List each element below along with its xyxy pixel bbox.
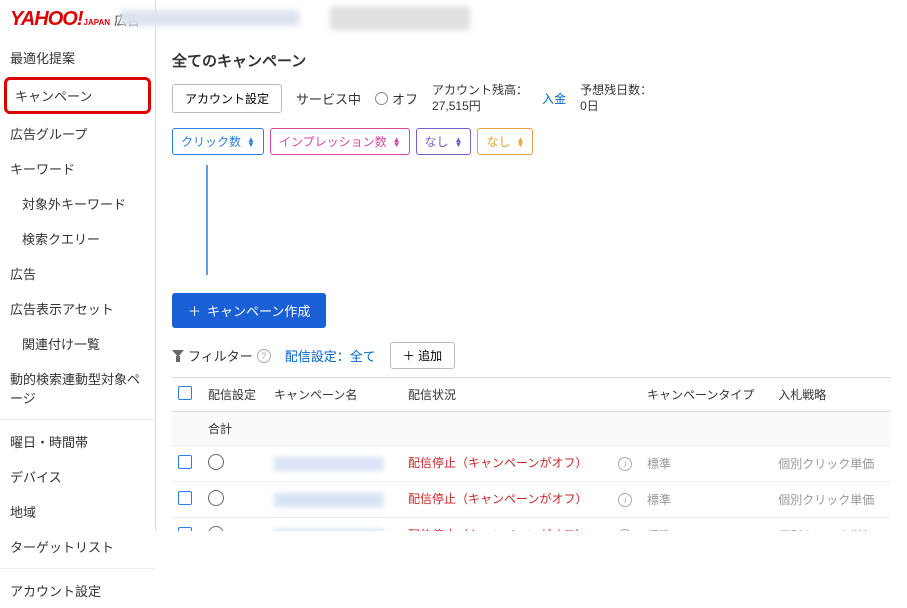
add-filter-button[interactable]: ＋ 追加	[390, 342, 455, 369]
help-icon[interactable]: ?	[257, 349, 271, 363]
delivery-status: 配信停止（キャンペーンがオフ）	[408, 492, 606, 508]
sidebar-item-11[interactable]: デバイス	[0, 459, 155, 494]
table-row: 配信停止（キャンペーンがオフ）i標準個別クリック単価	[172, 518, 891, 531]
table-row: 配信停止（キャンペーンがオフ） i 標準個別クリック単価	[172, 482, 891, 518]
total-label: 合計	[202, 412, 268, 446]
bid-strategy: 個別クリック単価	[772, 446, 891, 482]
campaign-name-blurred[interactable]	[274, 457, 384, 471]
campaign-type: 標準	[641, 446, 772, 482]
metric-dropdown-3[interactable]: なし▲▼	[477, 128, 533, 155]
sidebar-item-13[interactable]: ターゲットリスト	[0, 529, 155, 564]
col-header-5[interactable]: キャンペーンタイプ	[641, 378, 772, 412]
metric-dropdown-0[interactable]: クリック数▲▼	[172, 128, 264, 155]
campaign-type: 標準	[641, 518, 772, 531]
header-blur-2	[330, 6, 470, 30]
status-off-label: オフ	[392, 89, 418, 108]
sidebar-item-3[interactable]: キーワード	[0, 151, 155, 186]
row-checkbox[interactable]	[178, 527, 192, 531]
days-value: 0日	[580, 99, 599, 113]
bid-strategy: 個別クリック単価	[772, 518, 891, 531]
main-content: 全てのキャンペーン アカウント設定 サービス中 オフ アカウント残高： 27,5…	[156, 0, 907, 531]
sidebar-item-12[interactable]: 地域	[0, 494, 155, 529]
chart-area	[206, 165, 891, 275]
metric-dropdown-2[interactable]: なし▲▼	[416, 128, 472, 155]
info-icon[interactable]: i	[618, 457, 632, 471]
sidebar-item-8[interactable]: 関連付け一覧	[0, 326, 155, 361]
status-off-radio[interactable]: オフ	[375, 89, 418, 108]
sidebar-item-1[interactable]: キャンペーン	[4, 77, 151, 114]
sidebar-item-4[interactable]: 対象外キーワード	[0, 186, 155, 221]
funnel-icon	[172, 350, 184, 362]
plus-icon: ＋	[403, 349, 418, 363]
row-checkbox[interactable]	[178, 455, 192, 469]
status-serving: サービス中	[296, 89, 361, 108]
days-remaining: 予想残日数： 0日	[580, 83, 652, 114]
col-header-2[interactable]: キャンペーン名	[268, 378, 402, 412]
sidebar-item-9[interactable]: 動的検索連動型対象ページ	[0, 361, 155, 415]
sidebar-item-10[interactable]: 曜日・時間帯	[0, 424, 155, 459]
col-header-6[interactable]: 入札戦略	[772, 378, 891, 412]
logo-japan: JAPAN	[84, 18, 111, 27]
col-header-3[interactable]: 配信状況	[402, 378, 612, 412]
filter-text: フィルター	[188, 346, 253, 365]
create-campaign-label: キャンペーン作成	[207, 301, 310, 320]
sort-icon: ▲▼	[516, 137, 524, 147]
sidebar-item-14[interactable]: アカウント設定	[0, 573, 155, 608]
delivery-status: 配信停止（キャンペーンがオフ）	[408, 456, 606, 472]
sidebar-item-2[interactable]: 広告グループ	[0, 116, 155, 151]
campaign-name-blurred[interactable]	[274, 493, 384, 507]
days-label: 予想残日数：	[580, 83, 652, 97]
plus-icon: ＋	[188, 301, 201, 320]
filter-delivery-link[interactable]: 配信設定：全て	[285, 346, 376, 365]
campaign-type: 標準	[641, 482, 772, 518]
filter-label[interactable]: フィルター ?	[172, 346, 271, 365]
account-settings-button[interactable]: アカウント設定	[172, 84, 282, 113]
delivery-toggle-icon[interactable]	[208, 490, 224, 506]
sort-icon: ▲▼	[393, 137, 401, 147]
logo-yahoo: YAHOO!	[10, 8, 83, 31]
select-all-checkbox[interactable]	[178, 386, 192, 400]
metric-dropdown-1[interactable]: インプレッション数▲▼	[270, 128, 410, 155]
table-total-row: 合計	[172, 412, 891, 446]
toolbar: アカウント設定 サービス中 オフ アカウント残高： 27,515円 入金 予想残…	[172, 83, 891, 114]
col-header-0[interactable]	[172, 378, 202, 412]
account-balance: アカウント残高： 27,515円	[432, 83, 528, 114]
sort-icon: ▲▼	[247, 137, 255, 147]
sort-icon: ▲▼	[455, 137, 463, 147]
metric-dropdowns: クリック数▲▼インプレッション数▲▼なし▲▼なし▲▼	[172, 128, 891, 155]
sidebar-item-5[interactable]: 検索クエリー	[0, 221, 155, 256]
header-blur	[120, 10, 300, 26]
sidebar-item-7[interactable]: 広告表示アセット	[0, 291, 155, 326]
col-header-4[interactable]	[612, 378, 641, 412]
table-row: 配信停止（キャンペーンがオフ） i 標準個別クリック単価	[172, 446, 891, 482]
filter-row: フィルター ? 配信設定：全て ＋ 追加	[172, 342, 891, 369]
balance-label: アカウント残高：	[432, 83, 528, 97]
page-title: 全てのキャンペーン	[172, 50, 891, 71]
add-label: 追加	[418, 349, 442, 363]
sidebar-item-6[interactable]: 広告	[0, 256, 155, 291]
deposit-link[interactable]: 入金	[542, 90, 566, 107]
delivery-toggle-icon[interactable]	[208, 454, 224, 470]
sidebar-item-0[interactable]: 最適化提案	[0, 40, 155, 75]
info-icon[interactable]: i	[618, 493, 632, 507]
row-checkbox[interactable]	[178, 491, 192, 505]
radio-icon	[375, 92, 388, 105]
col-header-1[interactable]: 配信設定	[202, 378, 268, 412]
sidebar: 最適化提案キャンペーン広告グループキーワード対象外キーワード検索クエリー広告広告…	[0, 0, 156, 531]
delivery-toggle-icon[interactable]	[208, 526, 224, 531]
campaign-table: 配信設定キャンペーン名配信状況キャンペーンタイプ入札戦略 合計配信停止（キャンペ…	[172, 377, 891, 531]
bid-strategy: 個別クリック単価	[772, 482, 891, 518]
create-campaign-button[interactable]: ＋ キャンペーン作成	[172, 293, 326, 328]
balance-value: 27,515円	[432, 99, 481, 113]
